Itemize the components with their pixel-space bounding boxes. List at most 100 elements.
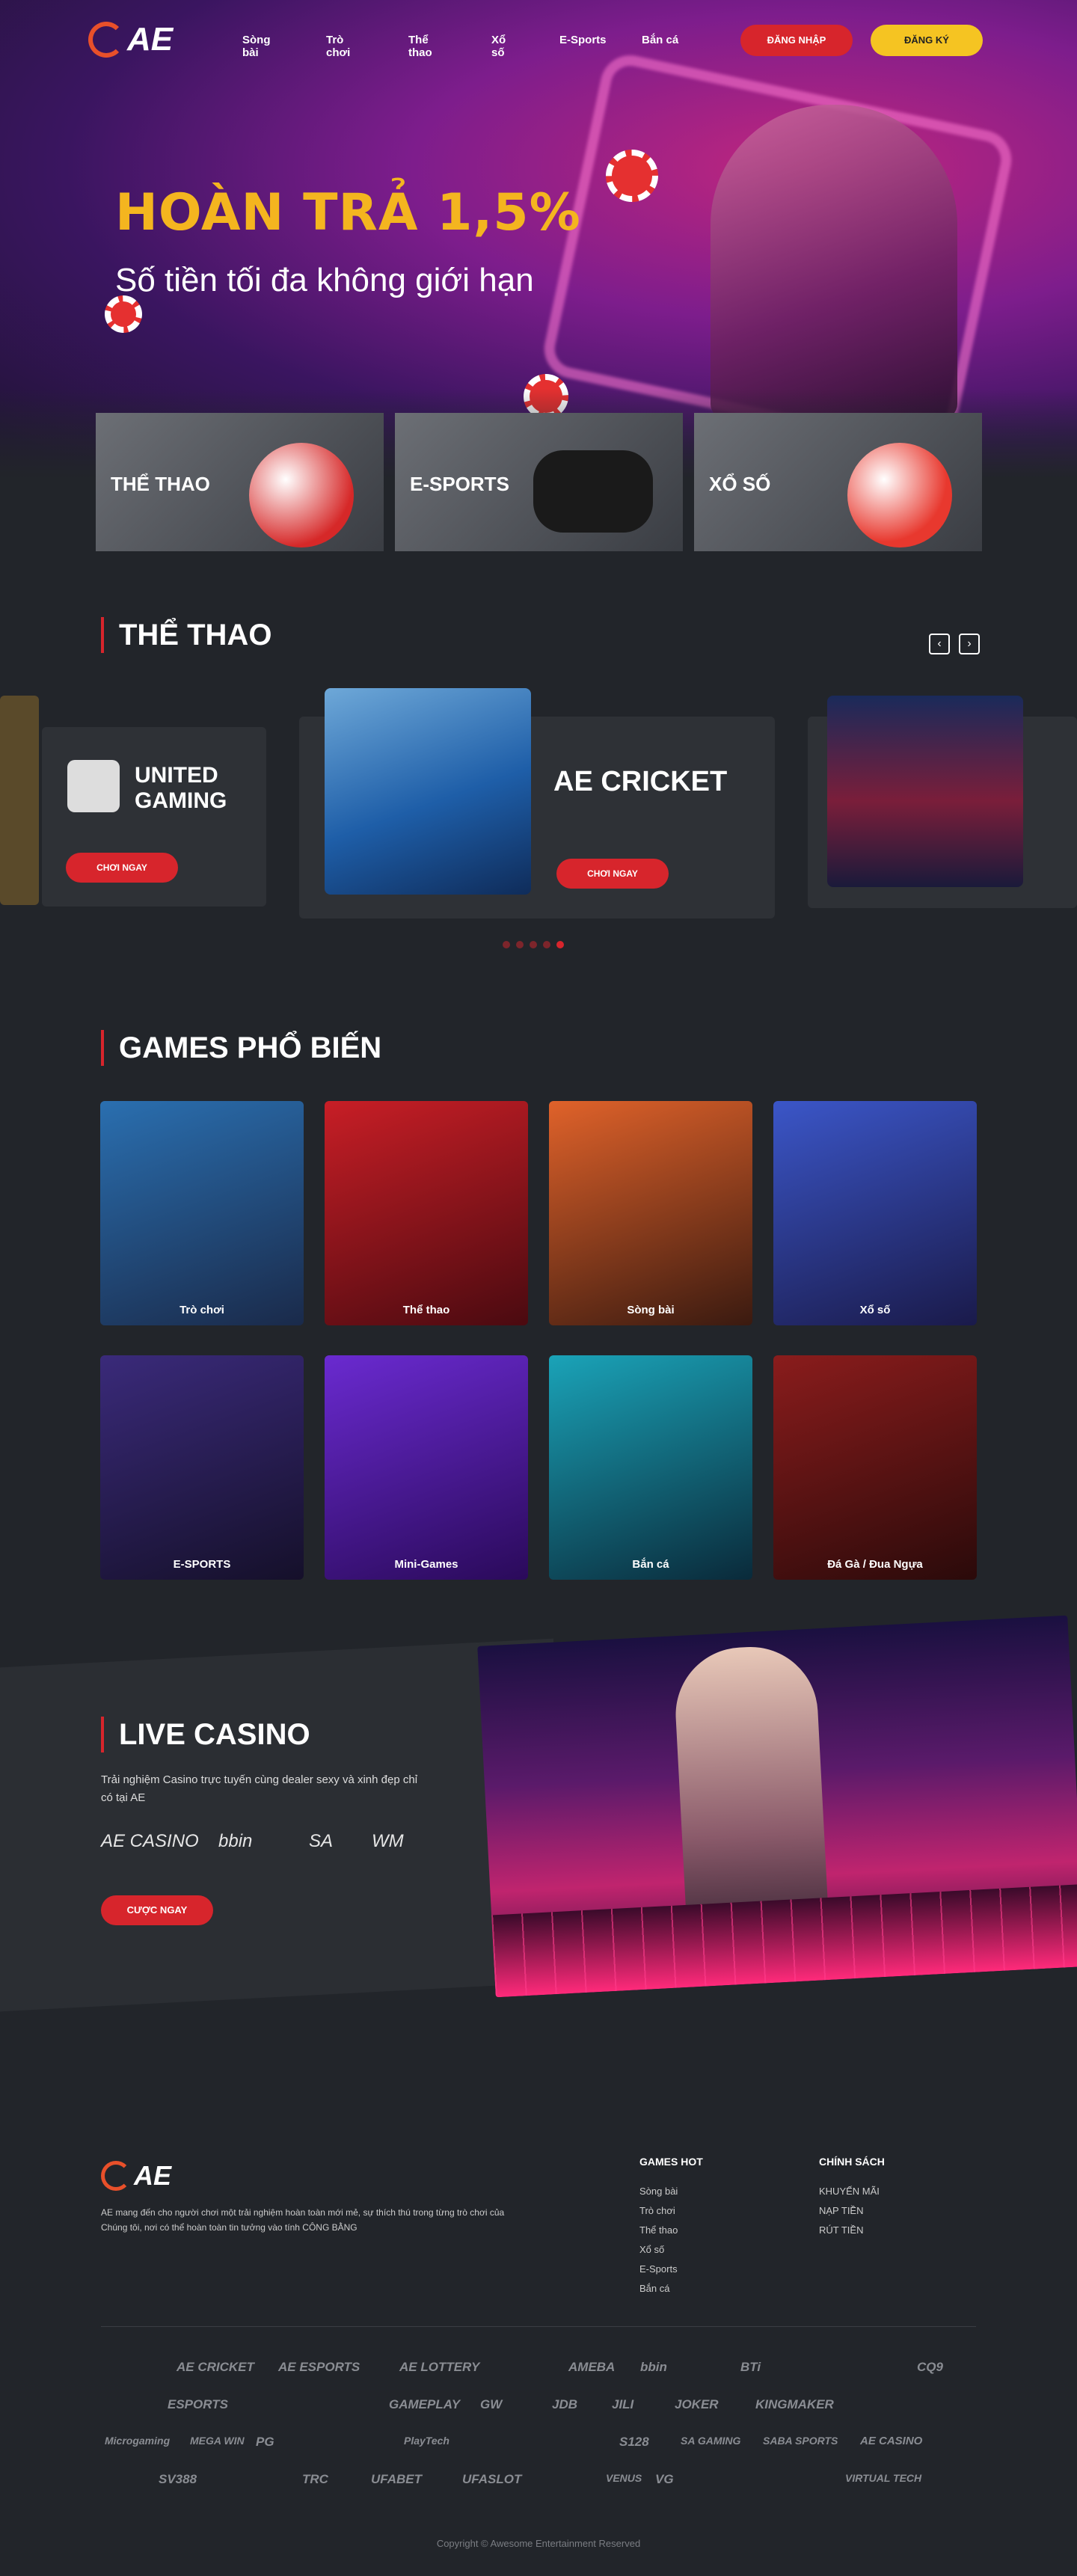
partner-logo: AE CRICKET bbox=[177, 2360, 254, 2374]
united-gaming-logo-icon bbox=[67, 760, 120, 812]
sa-logo: SA bbox=[309, 1831, 334, 1851]
nav-sports[interactable]: Thể thao bbox=[408, 34, 432, 59]
category-card-sports[interactable]: THỂ THAO bbox=[96, 413, 384, 551]
partner-logo: MEGA WIN bbox=[190, 2435, 245, 2447]
partner-logo: PlayTech bbox=[404, 2435, 449, 2447]
game-tile[interactable]: Thể thao bbox=[325, 1101, 528, 1325]
nav-casino[interactable]: Sòng bài bbox=[242, 34, 271, 59]
partner-logo: KINGMAKER bbox=[755, 2397, 834, 2411]
live-casino-description: Trải nghiệm Casino trực tuyến cùng deale… bbox=[101, 1773, 418, 1804]
games-section-title: GAMES PHỔ BIẾN bbox=[101, 1030, 381, 1066]
slide-brand: AE CRICKET bbox=[553, 766, 728, 797]
casino-chip-icon bbox=[606, 150, 658, 202]
partner-logo: AMEBA bbox=[568, 2360, 616, 2374]
partner-logo: UFABET bbox=[371, 2472, 422, 2486]
logo-icon bbox=[101, 2161, 131, 2191]
partner-logo: GAMEPLAY bbox=[389, 2397, 461, 2411]
footer-link[interactable]: Xổ số bbox=[639, 2244, 664, 2255]
game-tile[interactable]: Bắn cá bbox=[549, 1355, 752, 1580]
game-tile[interactable]: Mini-Games bbox=[325, 1355, 528, 1580]
footer-link[interactable]: RÚT TIỀN bbox=[819, 2224, 863, 2236]
partner-logo: VIRTUAL TECH bbox=[845, 2472, 922, 2484]
footer-hot-title: GAMES HOT bbox=[639, 2156, 703, 2168]
footer-policy-title: CHÍNH SÁCH bbox=[819, 2156, 885, 2168]
partner-logo: VENUS bbox=[606, 2472, 642, 2484]
play-now-button[interactable]: CHƠI NGAY bbox=[66, 853, 178, 883]
live-casino-image bbox=[477, 1615, 1077, 1998]
carousel-dot[interactable] bbox=[516, 941, 524, 948]
neon-grid bbox=[491, 1884, 1077, 1998]
partner-logo: JOKER bbox=[675, 2397, 719, 2411]
nav-games[interactable]: Trò chơi bbox=[326, 34, 350, 59]
slide-brand: UNITED GAMING bbox=[135, 763, 227, 813]
partner-logo: SA GAMING bbox=[681, 2435, 741, 2447]
lottery-ball-icon bbox=[847, 443, 952, 548]
partner-logo: bbin bbox=[640, 2360, 667, 2374]
wm-logo: WM bbox=[372, 1831, 404, 1851]
footer-link[interactable]: Trò chơi bbox=[639, 2205, 675, 2216]
play-now-button[interactable]: CHƠI NGAY bbox=[556, 859, 669, 889]
partner-logo: JILI bbox=[612, 2397, 634, 2411]
partner-logo: BTi bbox=[740, 2360, 761, 2374]
sport-slide-united-gaming: UNITED GAMING CHƠI NGAY bbox=[42, 727, 266, 907]
sport-slide-left-edge bbox=[0, 696, 39, 905]
hero-title: HOÀN TRẢ 1,5% bbox=[115, 183, 581, 242]
site-logo[interactable]: AE bbox=[88, 21, 173, 58]
bet-now-button[interactable]: CƯỢC NGAY bbox=[101, 1895, 213, 1925]
carousel-dot-active[interactable] bbox=[556, 941, 564, 948]
casino-chip-icon bbox=[524, 374, 568, 419]
casino-chip-icon bbox=[105, 295, 142, 333]
game-tile[interactable]: E-SPORTS bbox=[100, 1355, 304, 1580]
gamepad-icon bbox=[533, 450, 653, 533]
nav-fishing[interactable]: Bắn cá bbox=[642, 34, 678, 46]
register-button[interactable]: ĐĂNG KÝ bbox=[871, 25, 983, 56]
footer-link[interactable]: KHUYẾN MÃI bbox=[819, 2186, 880, 2197]
footer-link[interactable]: Bắn cá bbox=[639, 2283, 669, 2294]
carousel-next-button[interactable]: › bbox=[959, 634, 980, 654]
category-card-lottery[interactable]: XỔ SỐ bbox=[694, 413, 982, 551]
partner-logo: UFASLOT bbox=[462, 2472, 522, 2486]
game-tile[interactable]: Trò chơi bbox=[100, 1101, 304, 1325]
partner-logo: TRC bbox=[302, 2472, 328, 2486]
partner-logo: PG bbox=[256, 2435, 274, 2449]
partner-logo: CQ9 bbox=[917, 2360, 943, 2374]
partner-logo: AE LOTTERY bbox=[399, 2360, 480, 2374]
football-team-image bbox=[827, 696, 1023, 887]
game-tile[interactable]: Xổ số bbox=[773, 1101, 977, 1325]
copyright: Copyright © Awesome Entertainment Reserv… bbox=[436, 2538, 641, 2549]
carousel-dot[interactable] bbox=[530, 941, 537, 948]
hero-model-image bbox=[711, 105, 957, 419]
game-tile[interactable]: Sòng bài bbox=[549, 1101, 752, 1325]
ae-casino-logo: AE CASINO bbox=[101, 1831, 199, 1851]
footer-link[interactable]: E-Sports bbox=[639, 2263, 678, 2275]
footer-logo[interactable]: AE bbox=[101, 2160, 171, 2192]
game-tile[interactable]: Đá Gà / Đua Ngựa bbox=[773, 1355, 977, 1580]
carousel-prev-button[interactable]: ‹ bbox=[929, 634, 950, 654]
bbin-logo: bbin bbox=[218, 1831, 253, 1851]
footer-link[interactable]: Sòng bài bbox=[639, 2186, 678, 2197]
footer-link[interactable]: NẠP TIỀN bbox=[819, 2205, 863, 2216]
sport-slide-right bbox=[808, 696, 1077, 908]
sport-slide-ae-cricket: AE CRICKET CHƠI NGAY bbox=[299, 688, 775, 919]
partner-logo: JDB bbox=[552, 2397, 578, 2411]
nav-esports[interactable]: E-Sports bbox=[559, 34, 607, 46]
partner-logo: AE ESPORTS bbox=[278, 2360, 360, 2374]
footer-link[interactable]: Thể thao bbox=[639, 2224, 678, 2236]
logo-icon bbox=[88, 22, 124, 58]
footer-description: AE mang đến cho người chơi một trải nghi… bbox=[101, 2207, 505, 2233]
hero-subtitle: Số tiền tối đa không giới hạn bbox=[115, 262, 534, 298]
footer-divider bbox=[101, 2326, 976, 2327]
site-header: AE Sòng bài Trò chơi Thể thao Xổ số E-Sp… bbox=[0, 0, 1077, 82]
partner-logo: GW bbox=[480, 2397, 503, 2411]
partner-logo: VG bbox=[655, 2472, 674, 2486]
carousel-dot[interactable] bbox=[503, 941, 510, 948]
partner-logo: SV388 bbox=[159, 2472, 197, 2486]
cricket-player-image bbox=[325, 688, 531, 895]
live-casino-title: LIVE CASINO bbox=[101, 1717, 310, 1752]
category-card-esports[interactable]: E-SPORTS bbox=[395, 413, 683, 551]
live-casino-panel bbox=[0, 1638, 553, 2012]
soccer-ball-icon bbox=[249, 443, 354, 548]
carousel-dot[interactable] bbox=[543, 941, 550, 948]
nav-lottery[interactable]: Xổ số bbox=[491, 34, 506, 59]
login-button[interactable]: ĐĂNG NHẬP bbox=[740, 25, 853, 56]
